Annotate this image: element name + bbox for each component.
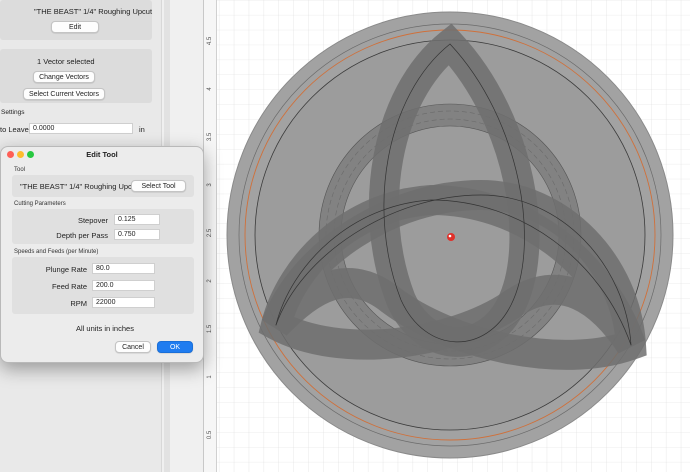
dialog-title: Edit Tool xyxy=(86,150,118,159)
ruler-label: 3.5 xyxy=(207,132,213,142)
tool-section-title: Tool xyxy=(14,167,26,173)
ok-button[interactable]: OK xyxy=(157,341,193,353)
vertical-ruler: 4.5 4 3.5 3 2.5 2 1.5 1 0.5 xyxy=(204,0,217,472)
ruler-label: 2.5 xyxy=(207,228,213,238)
ruler-label: 1.5 xyxy=(207,324,213,334)
tool-box: "THE BEAST" 1/4" Roughing Upcut Edit xyxy=(0,0,152,40)
plunge-rate-input[interactable] xyxy=(92,263,155,274)
feed-rate-input[interactable] xyxy=(92,280,155,291)
rpm-input[interactable] xyxy=(92,297,155,308)
design-canvas[interactable]: 4.5 4 3.5 3 2.5 2 1.5 1 0.5 xyxy=(203,0,690,472)
cutting-group: Stepover Depth per Pass xyxy=(12,209,194,244)
change-vectors-button[interactable]: Change Vectors xyxy=(33,71,95,83)
edit-tool-button[interactable]: Edit xyxy=(51,21,99,33)
allowance-label: to Leave xyxy=(0,125,29,134)
ruler-label: 4.5 xyxy=(207,36,213,46)
ruler-label: 4 xyxy=(207,87,213,91)
feed-rate-label: Feed Rate xyxy=(51,282,87,291)
ruler-label: 0.5 xyxy=(207,430,213,440)
units-note: All units in inches xyxy=(76,324,134,333)
vectors-selected-label: 1 Vector selected xyxy=(37,57,95,66)
cancel-button[interactable]: Cancel xyxy=(115,341,151,353)
speeds-group: Plunge Rate Feed Rate RPM xyxy=(12,257,194,314)
dialog-tool-name: "THE BEAST" 1/4" Roughing Upcut xyxy=(20,182,139,191)
origin-marker-icon xyxy=(447,233,455,241)
stepover-label: Stepover xyxy=(77,216,108,225)
cutting-section-title: Cutting Parameters xyxy=(14,201,66,207)
depth-per-pass-label: Depth per Pass xyxy=(56,231,108,240)
settings-heading: Settings xyxy=(1,109,25,116)
tool-name-label: "THE BEAST" 1/4" Roughing Upcut xyxy=(34,7,153,16)
ruler-label: 2 xyxy=(207,279,213,283)
ruler-label: 1 xyxy=(207,375,213,379)
ruler-label: 3 xyxy=(207,183,213,187)
edit-tool-dialog: Edit Tool Tool "THE BEAST" 1/4" Roughing… xyxy=(0,146,204,363)
tool-group: "THE BEAST" 1/4" Roughing Upcut Select T… xyxy=(12,175,194,197)
select-current-vectors-button[interactable]: Select Current Vectors xyxy=(23,88,105,100)
speeds-section-title: Speeds and Feeds (per Minute) xyxy=(14,249,99,255)
allowance-input[interactable] xyxy=(29,123,133,134)
depth-per-pass-input[interactable] xyxy=(114,229,160,240)
select-tool-button[interactable]: Select Tool xyxy=(131,180,186,192)
vector-selection-box: 1 Vector selected Change Vectors Select … xyxy=(0,49,152,103)
stepover-input[interactable] xyxy=(114,214,160,225)
allowance-unit: in xyxy=(139,125,145,134)
plunge-rate-label: Plunge Rate xyxy=(45,265,87,274)
rpm-label: RPM xyxy=(70,299,87,308)
canvas-drawing xyxy=(204,0,690,472)
